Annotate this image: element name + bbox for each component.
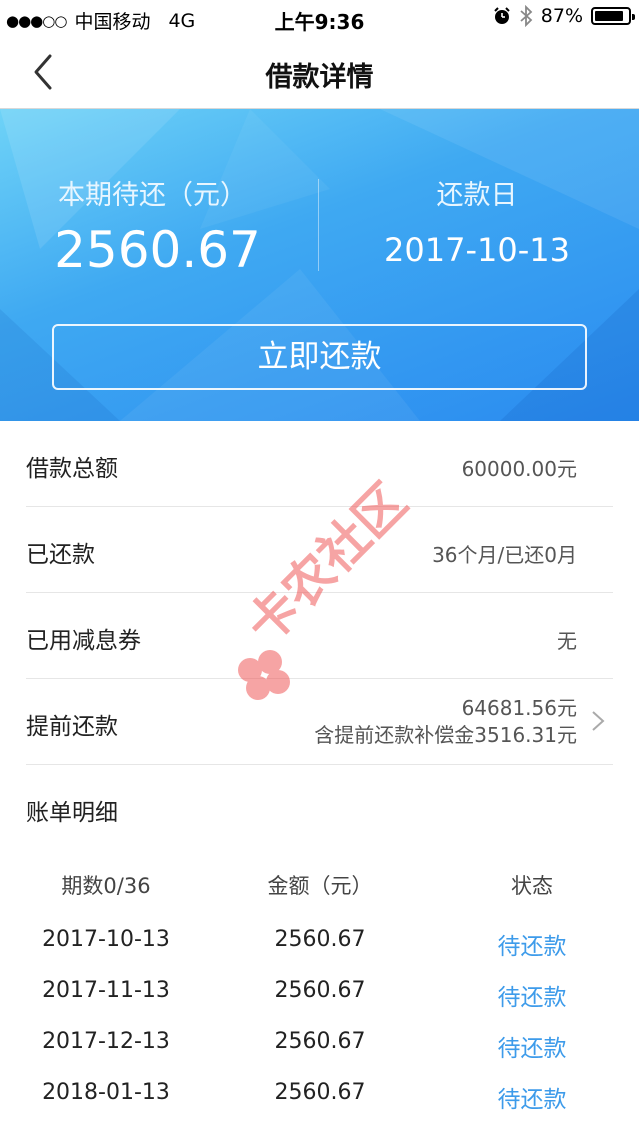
- alarm-icon: [494, 7, 510, 24]
- detail-value: 36个月/已还0月: [432, 543, 577, 567]
- due-amount-label: 本期待还（元）: [58, 180, 247, 211]
- status-right: 87%: [493, 5, 635, 27]
- detail-label: 借款总额: [26, 456, 118, 482]
- battery-fill: [595, 11, 623, 21]
- bill-detail-heading-row: 账单明细: [26, 765, 613, 850]
- repayment-summary-banner: 本期待还（元） 2560.67 还款日 2017-10-13 立即还款: [0, 109, 639, 421]
- bill-amount: 2560.67: [274, 978, 366, 1003]
- repayment-date-label: 还款日: [436, 180, 518, 211]
- battery-icon: [591, 7, 635, 25]
- bill-date: 2017-12-13: [42, 1029, 170, 1054]
- detail-value: 60000.00元: [461, 457, 577, 481]
- bill-amount: 2560.67: [274, 1080, 366, 1105]
- detail-row-total-loan: 借款总额 60000.00元: [26, 421, 613, 507]
- repay-now-button[interactable]: 立即还款: [52, 324, 587, 390]
- detail-row-coupon: 已用减息券 无: [26, 593, 613, 679]
- prepay-values: 64681.56元 含提前还款补偿金3516.31元: [314, 695, 577, 749]
- table-row: 2017-12-13 2560.67 待还款: [0, 1029, 639, 1069]
- chevron-right-icon: [592, 711, 605, 731]
- bill-date: 2018-01-13: [42, 1080, 170, 1105]
- bill-status-link[interactable]: 待还款: [452, 1080, 612, 1114]
- prepay-label: 提前还款: [26, 714, 118, 740]
- detail-label: 已还款: [26, 542, 95, 568]
- page-title: 借款详情: [265, 62, 374, 93]
- bill-table-header: 期数0/36 金额（元） 状态: [0, 870, 639, 906]
- battery-tip: [632, 14, 635, 20]
- summary-divider: [318, 179, 319, 271]
- status-bar: ●●●○○ 中国移动 4G 上午9:36 87%: [0, 0, 639, 36]
- bill-amount: 2560.67: [274, 1029, 366, 1054]
- header-status: 状态: [511, 874, 553, 898]
- prepay-note: 含提前还款补偿金3516.31元: [314, 723, 577, 747]
- battery-percent: 87%: [540, 5, 583, 27]
- bill-status-link[interactable]: 待还款: [452, 1029, 612, 1063]
- bill-date: 2017-10-13: [42, 927, 170, 952]
- detail-label: 已用减息券: [26, 628, 141, 654]
- repayment-date-value: 2017-10-13: [384, 231, 570, 269]
- table-row: 2018-01-13 2560.67 待还款: [0, 1080, 639, 1120]
- detail-value: 无: [557, 629, 577, 653]
- detail-row-repaid: 已还款 36个月/已还0月: [26, 507, 613, 593]
- table-row: 2017-10-13 2560.67 待还款: [0, 927, 639, 967]
- header-period: 期数0/36: [61, 874, 151, 898]
- navigation-bar: 借款详情: [0, 36, 639, 109]
- prepay-amount: 64681.56元: [461, 696, 577, 720]
- bill-status-link[interactable]: 待还款: [452, 978, 612, 1012]
- table-row: 2017-11-13 2560.67 待还款: [0, 978, 639, 1018]
- detail-row-prepay[interactable]: 提前还款 64681.56元 含提前还款补偿金3516.31元: [26, 679, 613, 765]
- due-amount-value: 2560.67: [54, 221, 261, 279]
- bluetooth-icon: [520, 5, 533, 27]
- bill-section-title: 账单明细: [26, 800, 118, 826]
- bill-status-link[interactable]: 待还款: [452, 927, 612, 961]
- bill-date: 2017-11-13: [42, 978, 170, 1003]
- header-amount: 金额（元）: [267, 874, 373, 898]
- loan-detail-list: 借款总额 60000.00元 已还款 36个月/已还0月 已用减息券 无 提前还…: [0, 421, 639, 850]
- bill-amount: 2560.67: [274, 927, 366, 952]
